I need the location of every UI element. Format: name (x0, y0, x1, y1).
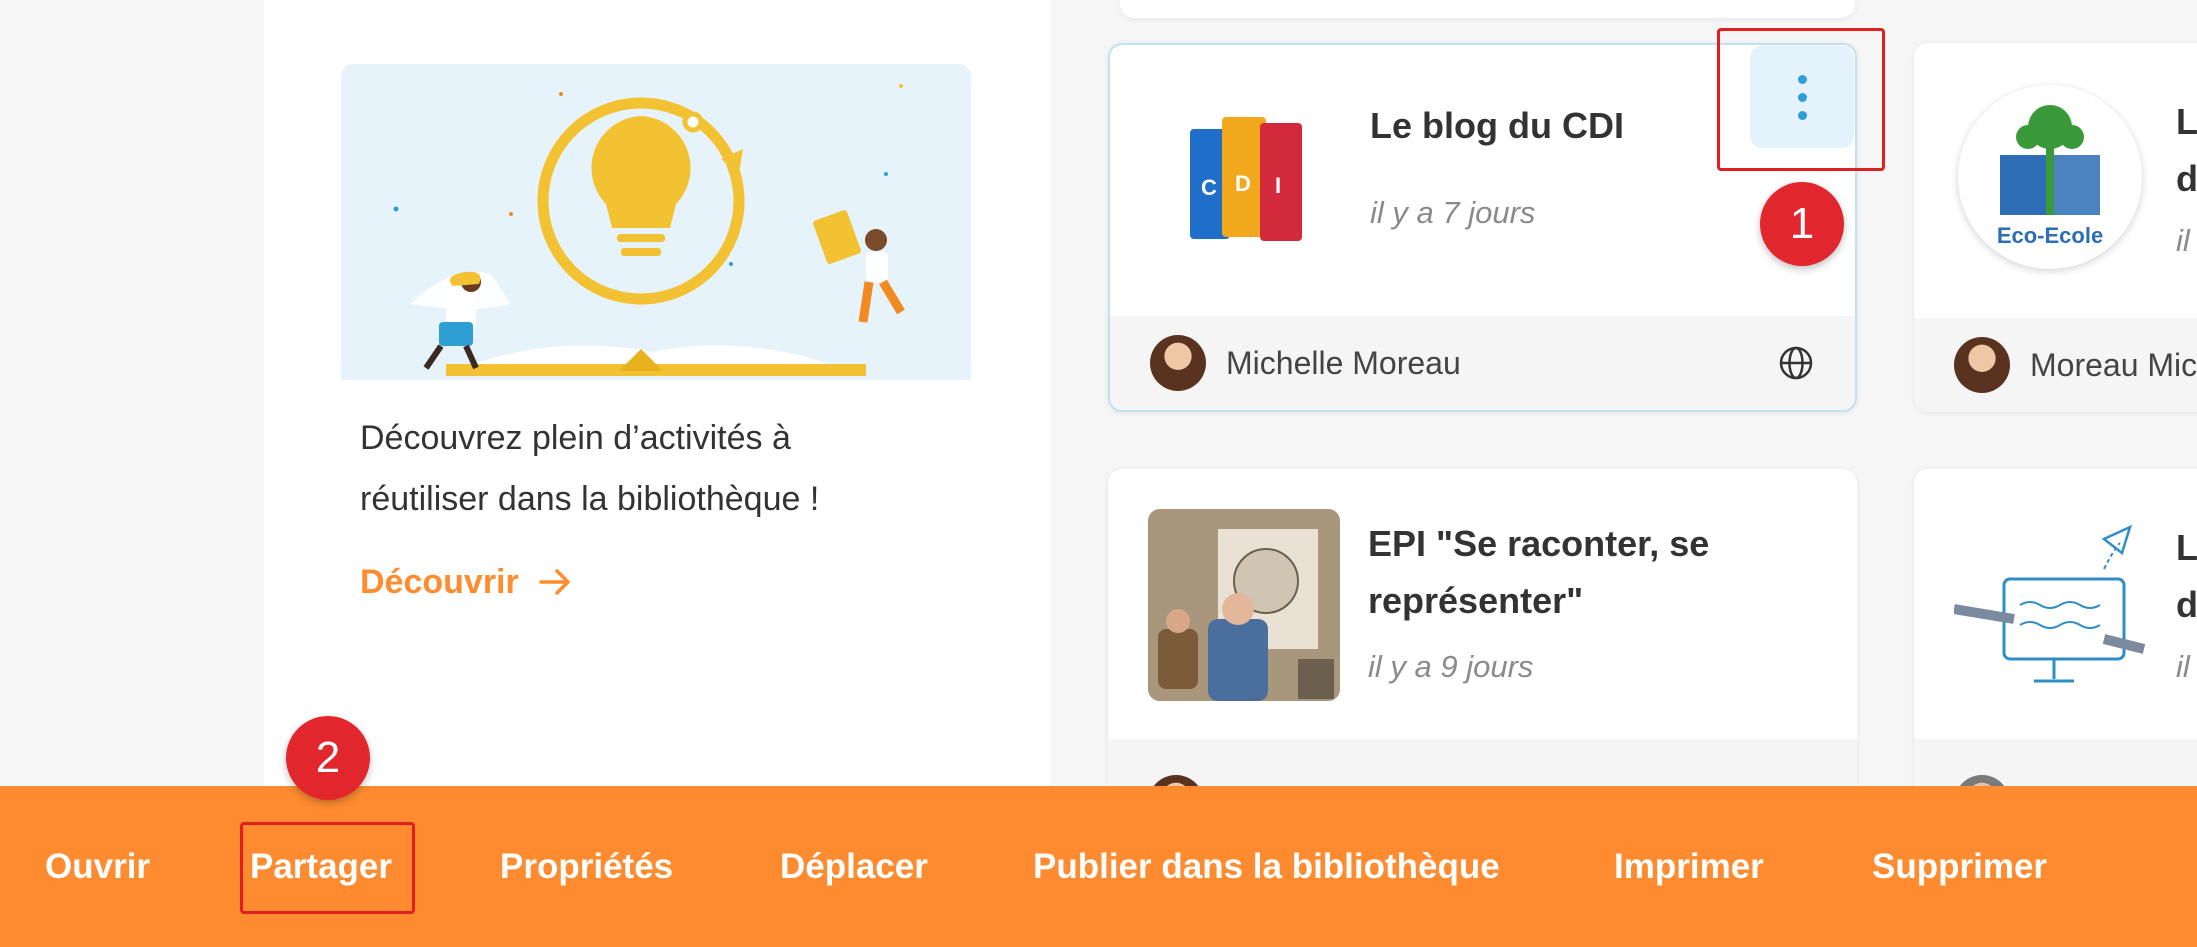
card-date-partial: il (2176, 223, 2190, 258)
card-title-partial: L d (2176, 93, 2197, 207)
title-line-1: L (2176, 101, 2197, 142)
globe-icon (1779, 346, 1813, 380)
action-properties[interactable]: Propriétés (500, 786, 673, 947)
promo-description: Découvrez plein d’activités à réutiliser… (360, 408, 920, 530)
eco-ecole-logo: Eco-Ecole (1958, 85, 2142, 269)
card-title-partial: L d (2176, 519, 2197, 633)
action-move[interactable]: Déplacer (780, 786, 928, 947)
step-badge-2: 2 (286, 716, 370, 800)
action-publish-library[interactable]: Publier dans la bibliothèque (1033, 786, 1500, 947)
card-date-partial: il (2176, 649, 2190, 684)
discover-link-label: Découvrir (360, 562, 519, 601)
card-thumbnail (1148, 509, 1340, 701)
title-line-2: d (2176, 158, 2197, 199)
card-footer: Moreau Mic (1914, 318, 2197, 412)
computer-drawing-image (1953, 524, 2146, 683)
title-line-1: EPI "Se raconter, se (1368, 523, 1710, 564)
books-cdi-image: C D I (1190, 117, 1302, 241)
title-line-2: représenter" (1368, 580, 1584, 621)
action-print[interactable]: Imprimer (1614, 786, 1764, 947)
library-illustration (341, 64, 971, 380)
cdi-letter-c: C (1201, 175, 1217, 200)
promo-text-line-2: réutiliser dans la bibliothèque ! (360, 480, 820, 518)
action-delete[interactable]: Supprimer (1872, 786, 2047, 947)
card-date: il y a 7 jours (1370, 195, 1536, 230)
cdi-letter-i: I (1275, 173, 1281, 198)
card-author: Michelle Moreau (1226, 344, 1461, 381)
card-footer: Michelle Moreau (1110, 316, 1855, 410)
step-badge-1: 1 (1760, 182, 1844, 266)
avatar (1150, 335, 1206, 391)
card-above-stub (1120, 0, 1855, 18)
card-date: il y a 9 jours (1368, 649, 1534, 684)
promo-text-line-1: Découvrez plein d’activités à (360, 419, 791, 457)
eco-ecole-emblem: Eco-Ecole (1997, 105, 2103, 248)
avatar (1954, 337, 2010, 393)
painting-image (1148, 509, 1340, 701)
card-eco-ecole[interactable]: Eco-Ecole L d il Moreau Mic (1914, 43, 2197, 412)
page: Découvrez plein d’activités à réutiliser… (0, 0, 2197, 947)
eco-ecole-logo-text: Eco-Ecole (1997, 223, 2103, 248)
lightbulb-book-illustration (341, 64, 971, 380)
discover-link[interactable]: Découvrir (360, 562, 575, 602)
card-title: Le blog du CDI (1370, 105, 1624, 146)
card-author: Moreau Mic (2030, 346, 2197, 383)
card-title: EPI "Se raconter, se représenter" (1368, 515, 1709, 629)
card-thumbnail (1953, 509, 2146, 701)
card-thumbnail: C D I (1150, 107, 1342, 299)
title-line-1: L (2176, 527, 2197, 568)
arrow-right-icon (538, 569, 570, 595)
cdi-letter-d: D (1235, 171, 1251, 196)
highlight-share-action (240, 822, 415, 914)
highlight-options-button (1717, 28, 1885, 171)
action-open[interactable]: Ouvrir (45, 786, 150, 947)
title-line-2: d (2176, 584, 2197, 625)
